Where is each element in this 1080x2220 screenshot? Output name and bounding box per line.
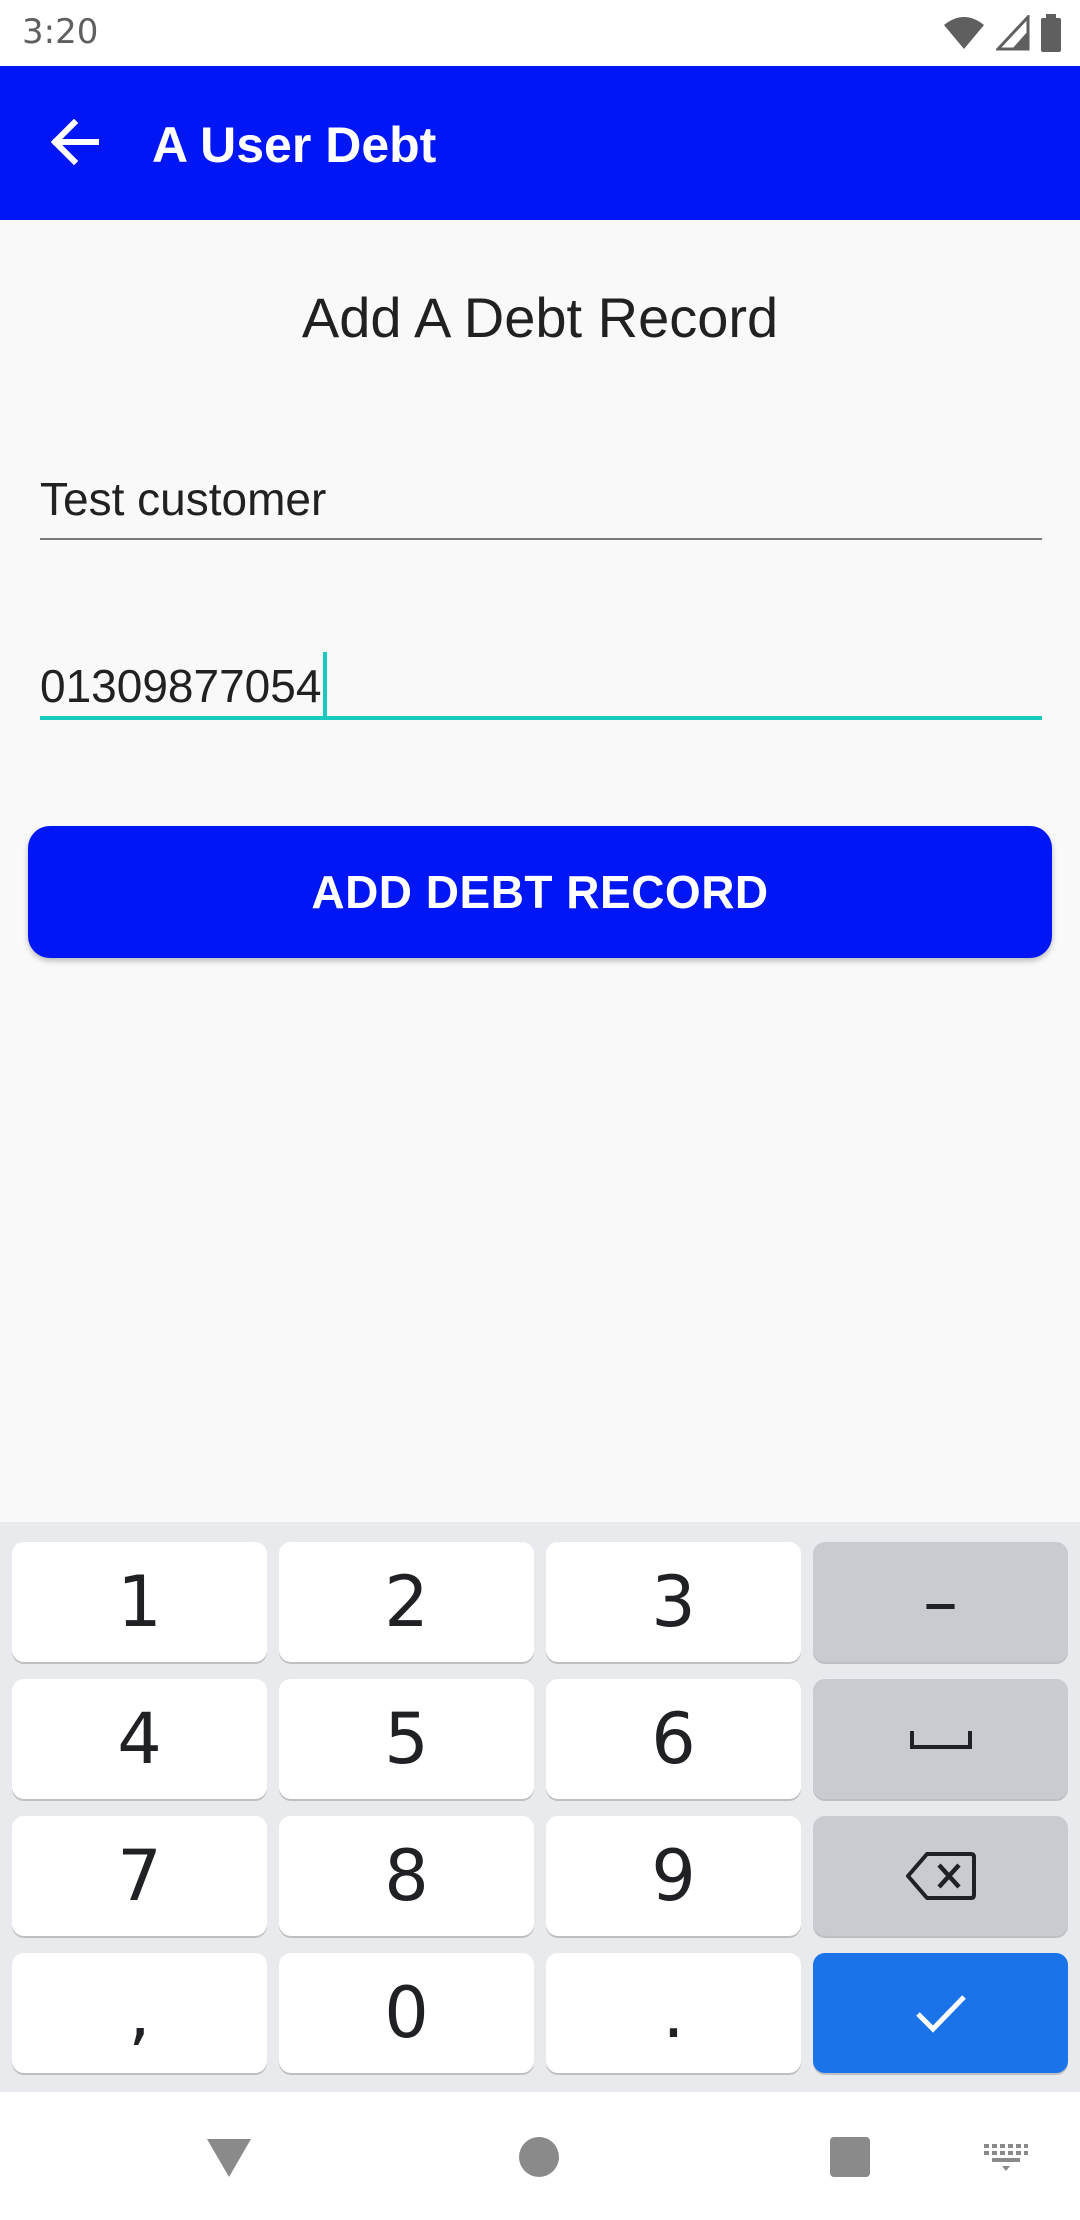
add-debt-record-button[interactable]: ADD DEBT RECORD (28, 826, 1052, 958)
key-7[interactable]: 7 (12, 1816, 267, 1936)
key-5[interactable]: 5 (279, 1679, 534, 1799)
battery-icon (1041, 14, 1061, 52)
home-circle-icon (519, 2137, 559, 2177)
keyboard-switch-icon (984, 2144, 1028, 2171)
backspace-icon (905, 1852, 976, 1900)
status-bar: 3:20 (0, 0, 1080, 66)
key-comma[interactable]: , (12, 1953, 267, 2073)
numeric-keyboard: 1 2 3 – 4 5 6 7 8 9 , 0 . (0, 1522, 1080, 2092)
key-done[interactable] (813, 1953, 1068, 2073)
phone-number-value: 01309877054 (40, 660, 322, 712)
key-4[interactable]: 4 (12, 1679, 267, 1799)
recents-square-icon (830, 2137, 870, 2177)
nav-home-button[interactable] (499, 2122, 579, 2192)
back-button[interactable] (40, 112, 110, 172)
key-3[interactable]: 3 (546, 1542, 801, 1662)
check-icon (915, 1995, 966, 2033)
page-heading: Add A Debt Record (301, 286, 779, 349)
app-bar: A User Debt (0, 66, 1080, 220)
status-time: 3:20 (22, 12, 99, 52)
nav-recents-button[interactable] (810, 2122, 890, 2192)
wifi-icon (944, 17, 984, 49)
key-period[interactable]: . (546, 1953, 801, 2073)
back-triangle-icon (207, 2139, 251, 2177)
nav-back-button[interactable] (189, 2122, 269, 2192)
navigation-bar (0, 2092, 1080, 2220)
key-6[interactable]: 6 (546, 1679, 801, 1799)
key-minus[interactable]: – (813, 1542, 1068, 1662)
customer-name-value: Test customer (40, 473, 327, 525)
app-title: A User Debt (152, 117, 437, 173)
arrow-back-icon (50, 119, 99, 165)
phone-number-field[interactable]: 01309877054 (40, 640, 1042, 720)
key-0[interactable]: 0 (279, 1953, 534, 2073)
space-icon (909, 1731, 972, 1749)
key-backspace[interactable] (813, 1816, 1068, 1936)
customer-name-field[interactable]: Test customer (40, 460, 1042, 540)
text-cursor (323, 652, 328, 716)
signal-icon (996, 15, 1030, 51)
status-icons (942, 14, 1062, 52)
phone-number-wrap: 01309877054 (40, 652, 328, 716)
nav-keyboard-switch-button[interactable] (966, 2122, 1046, 2192)
key-8[interactable]: 8 (279, 1816, 534, 1936)
key-1[interactable]: 1 (12, 1542, 267, 1662)
key-9[interactable]: 9 (546, 1816, 801, 1936)
key-2[interactable]: 2 (279, 1542, 534, 1662)
key-space[interactable] (813, 1679, 1068, 1799)
